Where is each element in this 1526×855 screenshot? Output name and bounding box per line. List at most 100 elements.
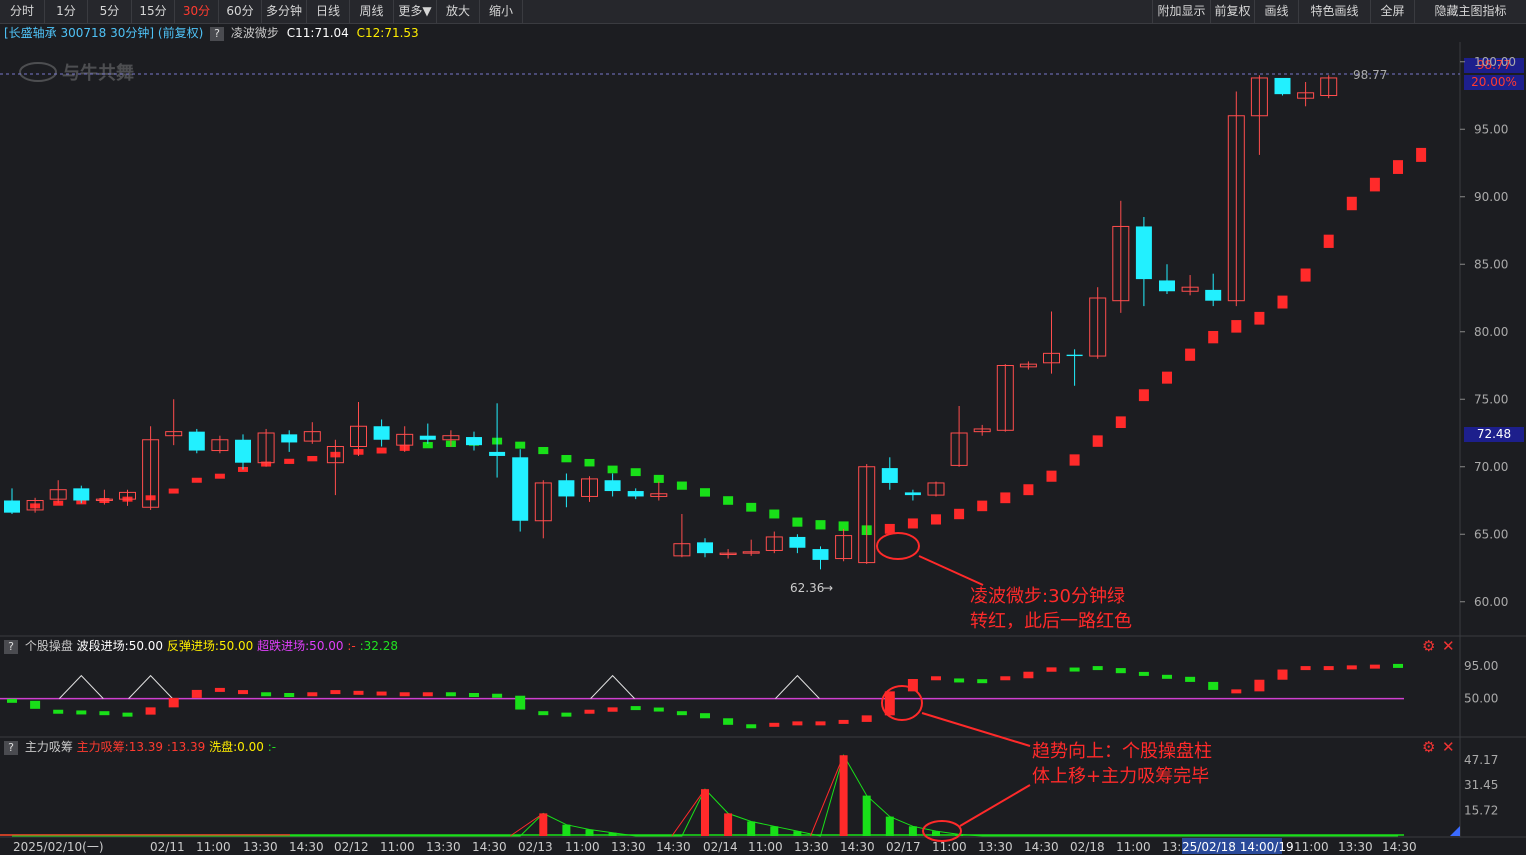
panel3-field2: :13.39 bbox=[166, 740, 206, 754]
watermark-text: 与牛共舞 bbox=[62, 62, 134, 84]
toolbar-right-btn-3[interactable]: 特色画线 bbox=[1298, 0, 1371, 23]
help-icon[interactable]: ? bbox=[210, 26, 225, 41]
toolbar-btn-3[interactable]: 15分 bbox=[132, 0, 175, 23]
toolbar-btn-1[interactable]: 1分 bbox=[45, 0, 88, 23]
panel2-bar bbox=[746, 724, 757, 729]
candle-body bbox=[973, 428, 991, 433]
toolbar-btn-11[interactable]: 缩小 bbox=[480, 0, 523, 23]
trend-marker bbox=[977, 500, 988, 512]
close-icon[interactable]: ✕ bbox=[1442, 738, 1455, 756]
panel3-line bbox=[12, 753, 1398, 837]
toolbar-btn-5[interactable]: 60分 bbox=[219, 0, 262, 23]
trend-marker bbox=[653, 474, 664, 483]
trend-marker bbox=[1115, 416, 1126, 429]
trend-marker bbox=[1069, 454, 1080, 466]
panel2-bar bbox=[469, 693, 479, 697]
panel2-bar bbox=[376, 691, 387, 696]
toolbar-right-btn-4[interactable]: 全屏 bbox=[1370, 0, 1415, 23]
toolbar-btn-6[interactable]: 多分钟 bbox=[262, 0, 307, 23]
toolbar-btn-0[interactable]: 分时 bbox=[0, 0, 45, 23]
candle-body bbox=[881, 468, 898, 483]
panel3-bar bbox=[724, 813, 733, 836]
stock-title[interactable]: [长盛轴承 300718 30分钟] (前复权) bbox=[4, 26, 203, 40]
candle-body bbox=[558, 480, 575, 497]
entry-triangle bbox=[128, 674, 173, 699]
panel3-bar bbox=[793, 831, 802, 836]
candle-body bbox=[742, 551, 760, 554]
panel3-name[interactable]: 主力吸筹 bbox=[25, 740, 73, 754]
trend-marker bbox=[191, 477, 202, 483]
x-tick-label: 2025/02/10(一) bbox=[13, 840, 104, 854]
trend-marker bbox=[861, 525, 872, 536]
toolbar-btn-7[interactable]: 日线 bbox=[307, 0, 350, 23]
trend-marker bbox=[7, 506, 17, 512]
toolbar-right-btn-0[interactable]: 附加显示 bbox=[1152, 0, 1211, 23]
toolbar-btn-8[interactable]: 周线 bbox=[350, 0, 394, 23]
spike-rise-line bbox=[810, 755, 845, 837]
close-icon[interactable]: ✕ bbox=[1442, 637, 1455, 655]
candle-body bbox=[142, 439, 160, 508]
candle-body bbox=[95, 498, 113, 501]
panel3-bar bbox=[562, 824, 571, 836]
panel2-bar bbox=[861, 715, 872, 722]
candle-body bbox=[1274, 77, 1291, 95]
indicator-name[interactable]: 凌波微步 bbox=[231, 26, 279, 40]
trend-marker bbox=[353, 449, 364, 455]
panel3-field4: :- bbox=[267, 740, 277, 754]
x-tick-label: 02/14 bbox=[703, 840, 738, 854]
panel3-bar bbox=[955, 834, 964, 836]
toolbar-right-btn-2[interactable]: 画线 bbox=[1254, 0, 1299, 23]
panel2-bar bbox=[630, 706, 641, 711]
panel2-name[interactable]: 个股操盘 bbox=[25, 639, 73, 653]
panel2-bar bbox=[76, 710, 87, 715]
toolbar-btn-2[interactable]: 5分 bbox=[88, 0, 132, 23]
trend-marker bbox=[931, 514, 941, 525]
annotation-pointer-2 bbox=[921, 712, 1031, 747]
x-tick-label: 14:30 bbox=[1024, 840, 1059, 854]
toolbar-btn-10[interactable]: 放大 bbox=[437, 0, 480, 23]
panel2-bar bbox=[700, 713, 710, 719]
panel2-bar bbox=[1369, 664, 1380, 669]
toolbar-right-btn-5[interactable]: 隐藏主图指标 bbox=[1414, 0, 1526, 23]
annotation-2-line2: 体上移+主力吸筹完毕 bbox=[1032, 766, 1209, 787]
toolbar-btn-9[interactable]: 更多▼ bbox=[394, 0, 437, 23]
trend-marker bbox=[1092, 435, 1103, 447]
chart-canvas[interactable]: 与牛共舞 100.0095.0090.0085.0080.0075.0070.0… bbox=[0, 0, 1526, 855]
annotation-circle-3 bbox=[922, 820, 962, 842]
toolbar-right-btn-1[interactable]: 前复权 bbox=[1210, 0, 1255, 23]
y-tick-label: 80.00 bbox=[1474, 325, 1508, 339]
trend-marker bbox=[53, 500, 64, 506]
panel2-bar bbox=[907, 679, 918, 692]
panel3-bar bbox=[839, 755, 848, 836]
candle-body bbox=[1227, 115, 1245, 302]
candle-body bbox=[1297, 92, 1315, 99]
toolbar-btn-4[interactable]: 30分 bbox=[175, 0, 219, 23]
panel3-y-tick: 47.17 bbox=[1464, 753, 1498, 767]
x-tick-label: 13:30 bbox=[426, 840, 461, 854]
panel2-bar bbox=[284, 693, 295, 697]
trend-marker bbox=[723, 496, 734, 505]
y-tick-label: 65.00 bbox=[1474, 527, 1508, 541]
help-icon[interactable]: ? bbox=[4, 639, 18, 654]
candle-body bbox=[627, 491, 644, 497]
panel2-bar bbox=[7, 698, 17, 703]
x-tick-label: 14:30 bbox=[656, 840, 691, 854]
panel2-bar bbox=[954, 678, 965, 683]
panel2-bar bbox=[191, 689, 202, 698]
panel2-bar bbox=[168, 697, 179, 708]
logo-icon bbox=[19, 62, 57, 82]
panel2-y-tick: 95.00 bbox=[1464, 659, 1498, 673]
help-icon[interactable]: ? bbox=[4, 740, 18, 755]
trend-marker bbox=[630, 468, 641, 477]
spike-rise-line bbox=[671, 788, 706, 837]
panel2-field1: 波段进场:50.00 bbox=[76, 639, 164, 653]
gear-icon[interactable]: ⚙ bbox=[1422, 637, 1435, 655]
gear-icon[interactable]: ⚙ bbox=[1422, 738, 1435, 756]
panel2-bar bbox=[1254, 679, 1265, 692]
y-tick-label: 75.00 bbox=[1474, 392, 1508, 406]
annotations: 凌波微步:30分钟绿 转红，此后一路红色 趋势向上：个股操盘柱 体上移+主力吸筹… bbox=[876, 532, 1212, 842]
candle-body bbox=[165, 431, 183, 437]
trend-marker bbox=[330, 451, 341, 458]
trend-marker bbox=[168, 488, 179, 494]
trend-marker bbox=[907, 518, 918, 529]
